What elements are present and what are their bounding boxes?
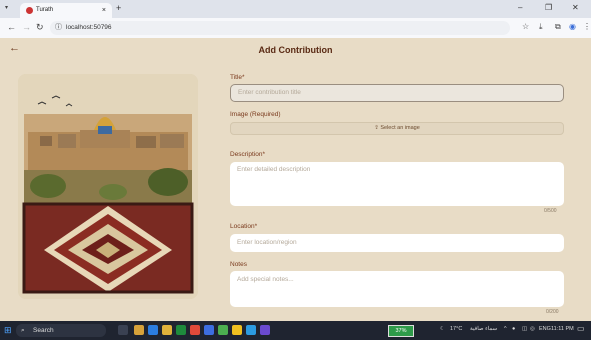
tray-chevron-icon[interactable]: ^ [504,326,507,332]
location-label: Location* [230,223,258,230]
tab-search-dropdown-icon[interactable]: ▾ [5,4,8,11]
reload-icon[interactable]: ↻ [36,22,44,33]
app-icon[interactable] [260,325,270,335]
close-tab-icon[interactable]: × [102,3,106,18]
windows-taskbar: ⊞ ⌕ Search 37% ☾ 17°C سماء صافية ^ ● ◫ ◎… [0,321,591,340]
menu-kebab-icon[interactable]: ⋮ [583,22,591,31]
page-title: Add Contribution [258,45,333,55]
tab-title: Turath [36,7,54,13]
select-image-button[interactable]: ⇪ Select an image [230,122,564,135]
title-input[interactable]: Enter contribution title [230,84,564,102]
description-char-count: 0/500 [544,208,557,214]
download-icon[interactable]: ⤓ [539,22,543,32]
notes-textarea[interactable]: Add special notes... [230,271,564,307]
location-input[interactable]: Enter location/region [230,234,564,252]
task-view-icon[interactable] [118,325,128,335]
chrome-icon[interactable] [232,325,242,335]
app-icon[interactable] [176,325,186,335]
search-icon: ⌕ [21,327,25,334]
notes-label: Notes [230,261,247,268]
favicon-icon [26,7,33,14]
new-tab-button[interactable]: + [116,3,121,13]
maximize-button[interactable]: ❐ [545,3,552,12]
site-info-icon[interactable]: ⓘ [55,21,62,35]
app-content: ← Add Contribution Title* Enter contribu… [0,38,591,321]
network-icon[interactable]: ◫ [522,326,527,332]
address-bar-row: ← → ↻ ⓘ localhost:50796 ☆ ⤓ ⧉ ◉ ⋮ [0,18,591,39]
tray-app-icon[interactable]: ● [512,326,515,332]
volume-icon[interactable]: ◎ [530,326,535,332]
image-label: Image (Required) [230,111,281,118]
app-icon[interactable] [218,325,228,335]
app-icon[interactable] [162,325,172,335]
vscode-icon[interactable] [246,325,256,335]
windows-start-icon[interactable]: ⊞ [4,325,12,336]
app-icon[interactable] [134,325,144,335]
forward-nav-icon[interactable]: → [22,22,31,32]
back-nav-icon[interactable]: ← [7,22,16,32]
minimize-button[interactable]: – [518,3,522,12]
title-label: Title* [230,74,245,81]
url-text: localhost:50796 [66,24,112,31]
battery-indicator[interactable]: 37% [388,325,414,337]
profile-avatar-icon[interactable]: ◉ [569,22,576,31]
weather-temp: 17°C [450,326,463,332]
notes-char-count: 0/200 [546,309,559,315]
app-icon[interactable] [204,325,214,335]
browser-tab[interactable]: Turath × [20,3,112,18]
browser-tab-bar: ▾ Turath × + – ❐ ✕ [0,0,591,18]
heritage-artwork-image [18,74,198,299]
taskbar-search[interactable]: ⌕ Search [16,324,106,337]
close-window-button[interactable]: ✕ [572,3,579,12]
weather-desc: سماء صافية [470,326,498,332]
app-icon[interactable] [190,325,200,335]
extensions-icon[interactable]: ⧉ [555,22,561,32]
app-icon[interactable] [148,325,158,335]
language-indicator[interactable]: ENG [539,326,551,332]
url-field[interactable]: ⓘ localhost:50796 [50,21,510,35]
weather-icon: ☾ [440,326,445,332]
search-label: Search [33,327,54,334]
description-textarea[interactable]: Enter detailed description [230,162,564,206]
description-label: Description* [230,151,266,158]
clock[interactable]: 11:11 PM [551,326,574,332]
bookmark-star-icon[interactable]: ☆ [522,22,529,31]
notifications-icon[interactable]: ▭ [577,324,585,333]
